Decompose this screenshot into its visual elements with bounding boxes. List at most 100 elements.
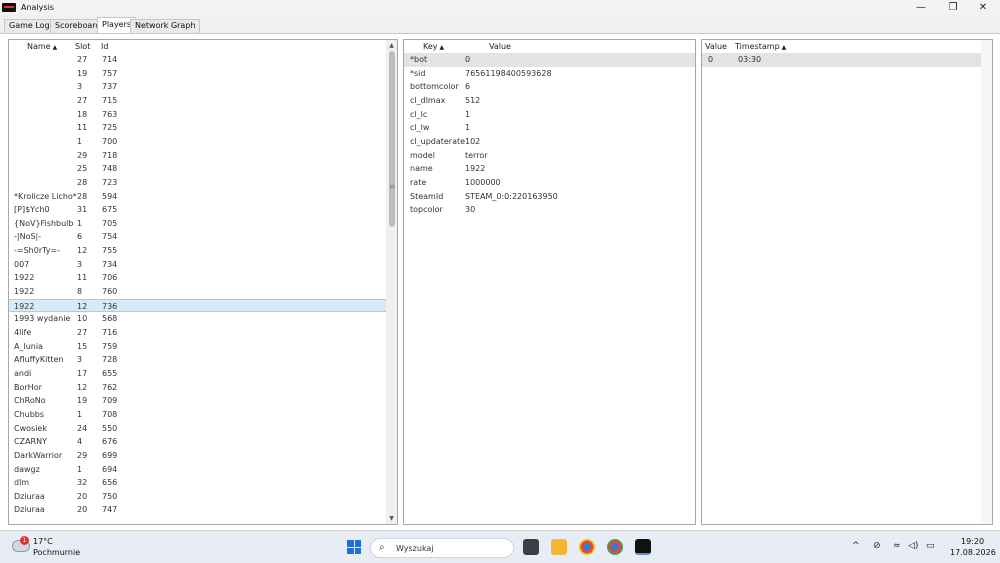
player-name: *Krolicze Licho*	[14, 191, 77, 201]
weather-description[interactable]: Pochmurnie	[33, 548, 80, 557]
table-row[interactable]: [P]$Ych0 31 675	[9, 203, 386, 217]
table-row[interactable]: cl_dlmax 512	[404, 94, 695, 108]
table-row[interactable]: 27 715	[9, 94, 386, 108]
column-header-timestamp-label: Timestamp	[735, 42, 780, 51]
table-row[interactable]: dlm 32 656	[9, 476, 386, 490]
table-row[interactable]: andi 17 655	[9, 367, 386, 381]
table-row[interactable]: 1922 8 760	[9, 285, 386, 299]
table-row[interactable]: {NoV}Fishbulb 1 705	[9, 217, 386, 231]
table-row[interactable]: 1993 wydanie 10 568	[9, 312, 386, 326]
close-button[interactable]: ✕	[968, 0, 998, 15]
tray-chevron-icon[interactable]: ^	[852, 541, 860, 551]
player-id: 718	[102, 150, 118, 160]
table-row[interactable]: cl_lc 1	[404, 108, 695, 122]
tab-network-graph[interactable]: Network Graph	[130, 19, 201, 33]
table-row[interactable]: Chubbs 1 708	[9, 408, 386, 422]
column-header-name[interactable]: Name ▲	[27, 40, 57, 53]
table-row[interactable]: 27 714	[9, 53, 386, 67]
column-header-key[interactable]: Key ▲	[423, 40, 444, 53]
column-header-key-label: Key	[423, 42, 438, 51]
table-row[interactable]: SteamId STEAM_0:0:220163950	[404, 190, 695, 204]
table-row[interactable]: cl_updaterate 102	[404, 135, 695, 149]
taskbar-search[interactable]: ⌕ Wyszukaj	[370, 538, 514, 558]
variable-key: name	[410, 164, 433, 174]
table-row[interactable]: ChRoNo 19 709	[9, 394, 386, 408]
analysis-app-icon[interactable]	[635, 539, 651, 555]
volume-icon[interactable]: ◁)	[908, 541, 918, 551]
minimize-button[interactable]: —	[906, 0, 936, 15]
player-slot: 18	[77, 109, 88, 119]
table-row[interactable]: -=Sh0rTy=- 12 755	[9, 244, 386, 258]
wifi-icon[interactable]: ≈	[893, 541, 901, 551]
weather-temperature[interactable]: 17°C	[33, 537, 53, 546]
table-row[interactable]: 18 763	[9, 108, 386, 122]
column-header-value[interactable]: Value	[489, 40, 511, 53]
variable-value: 30	[465, 205, 476, 215]
table-row[interactable]: A_lunia 15 759	[9, 340, 386, 354]
column-header-id[interactable]: Id	[101, 40, 108, 53]
table-row[interactable]: 25 748	[9, 162, 386, 176]
file-explorer-icon[interactable]	[551, 539, 567, 555]
variable-key: cl_updaterate	[410, 136, 466, 146]
column-header-timestamp[interactable]: Timestamp ▲	[735, 40, 786, 53]
player-id: 656	[102, 478, 118, 488]
chrome-icon[interactable]	[579, 539, 595, 555]
table-row[interactable]: AfluffyKitten 3 728	[9, 353, 386, 367]
table-row[interactable]: 11 725	[9, 121, 386, 135]
history-scrollbar[interactable]	[981, 40, 992, 524]
table-row[interactable]: 1 700	[9, 135, 386, 149]
table-row[interactable]: cl_lw 1	[404, 121, 695, 135]
player-slot: 1	[77, 136, 83, 146]
player-slot: 20	[77, 491, 88, 501]
column-header-name-label: Name	[27, 42, 51, 51]
scroll-up-icon[interactable]: ▲	[386, 40, 397, 51]
table-row[interactable]: 0 03:30	[702, 53, 981, 67]
table-row[interactable]: Cwosiek 24 550	[9, 422, 386, 436]
column-header-slot[interactable]: Slot	[75, 40, 90, 53]
table-row[interactable]: 29 718	[9, 149, 386, 163]
scrollbar-thumb[interactable]	[389, 51, 395, 228]
table-row[interactable]: 28 723	[9, 176, 386, 190]
variable-value: 1	[465, 123, 471, 133]
column-header-history-value[interactable]: Value	[705, 40, 727, 53]
table-row[interactable]: 3 737	[9, 80, 386, 94]
task-view-icon[interactable]	[523, 539, 539, 555]
table-row[interactable]: dawgz 1 694	[9, 463, 386, 477]
table-row[interactable]: model terror	[404, 149, 695, 163]
splitter-grip-icon[interactable]: ≡	[389, 182, 396, 191]
table-row[interactable]: DarkWarrior 29 699	[9, 449, 386, 463]
table-row[interactable]: 007 3 734	[9, 258, 386, 272]
windows-start-icon[interactable]	[347, 540, 361, 554]
table-row[interactable]: *bot 0	[404, 53, 695, 67]
maximize-button[interactable]: ❐	[938, 0, 968, 15]
table-row[interactable]: Dziuraa 20 747	[9, 503, 386, 517]
table-row[interactable]: BorHor 12 762	[9, 381, 386, 395]
table-row[interactable]: Dziuraa 20 750	[9, 490, 386, 504]
table-row[interactable]: *sid 76561198400593628	[404, 67, 695, 81]
table-row[interactable]: *Krolicze Licho* 28 594	[9, 190, 386, 204]
tab-game-log[interactable]: Game Log	[4, 19, 55, 33]
table-row[interactable]: -|NoS|- 6 754	[9, 230, 386, 244]
table-row[interactable]: 19 757	[9, 67, 386, 81]
table-row[interactable]: bottomcolor 6	[404, 80, 695, 94]
table-row[interactable]: CZARNY 4 676	[9, 435, 386, 449]
table-row[interactable]: name 1922	[404, 162, 695, 176]
clock-date[interactable]: 17.08.2026	[950, 548, 996, 557]
player-id: 754	[102, 232, 118, 242]
players-scrollbar[interactable]: ▲ ▼	[386, 40, 397, 524]
battery-icon[interactable]: ▭	[926, 541, 935, 551]
network-off-icon[interactable]: ⊘	[873, 541, 881, 551]
table-row[interactable]: 4life 27 716	[9, 326, 386, 340]
table-row[interactable]: 1922 12 736	[9, 298, 386, 313]
table-row[interactable]: rate 1000000	[404, 176, 695, 190]
chrome-profile-icon[interactable]	[607, 539, 623, 555]
clock-time[interactable]: 19:20	[961, 537, 984, 546]
scroll-down-icon[interactable]: ▼	[386, 513, 397, 524]
player-slot: 4	[77, 437, 83, 447]
table-row[interactable]: topcolor 30	[404, 203, 695, 217]
table-row[interactable]: 1922 11 706	[9, 271, 386, 285]
variable-value: 1000000	[465, 177, 501, 187]
player-name: Dziuraa	[14, 491, 45, 501]
variable-value: 6	[465, 82, 471, 92]
variable-value: 512	[465, 95, 481, 105]
